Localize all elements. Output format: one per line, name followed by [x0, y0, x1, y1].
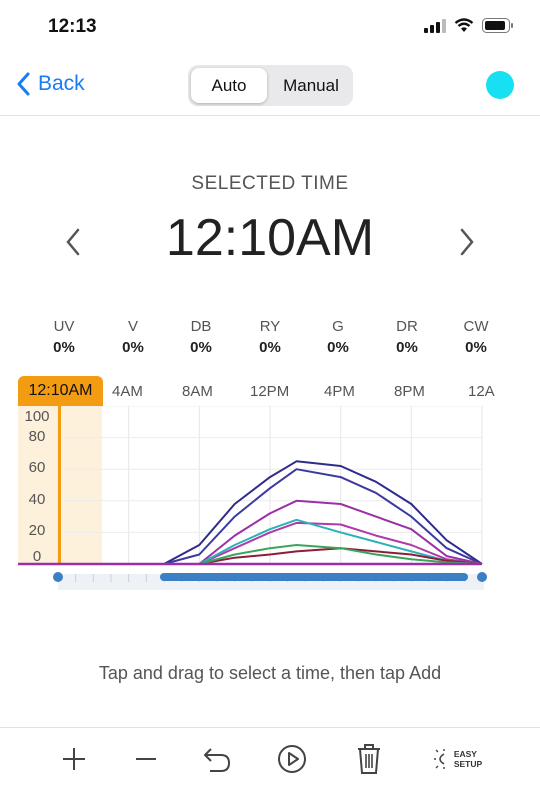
channel-value: 0%	[396, 339, 418, 356]
y-label: 80	[28, 428, 46, 445]
back-label: Back	[38, 72, 85, 95]
next-time-icon[interactable]	[458, 228, 476, 256]
channel-value: 0%	[465, 339, 487, 356]
minus-icon	[136, 758, 156, 760]
toolbar-divider	[0, 727, 540, 728]
signal-icon	[424, 18, 446, 33]
sun-icon	[433, 749, 445, 769]
y-label: 40	[28, 491, 46, 508]
selected-time-title: SELECTED TIME	[191, 173, 349, 194]
timeline-start-handle[interactable]	[53, 572, 63, 582]
easy-setup-label-2: SETUP	[453, 759, 483, 769]
y-label: 100	[24, 408, 50, 425]
tab-auto[interactable]: Auto	[191, 68, 267, 103]
timeline-active-range[interactable]	[160, 573, 468, 581]
y-label: 20	[28, 522, 46, 539]
time-label: 8PM	[394, 383, 425, 400]
remove-button[interactable]	[126, 742, 166, 776]
channel-cw: CW 0%	[446, 318, 506, 356]
time-label: 12PM	[250, 383, 290, 400]
channel-v: V 0%	[103, 318, 163, 356]
intensity-chart[interactable]	[0, 406, 540, 596]
undo-button[interactable]	[197, 742, 237, 776]
channel-value: 0%	[327, 339, 349, 356]
easy-setup-label-1: EASY	[453, 749, 477, 759]
tab-manual[interactable]: Manual	[272, 68, 350, 103]
channel-ry: RY 0%	[240, 318, 300, 356]
instruction-hint: Tap and drag to select a time, then tap …	[98, 663, 442, 683]
channel-name: UV	[53, 318, 75, 335]
channel-value: 0%	[53, 339, 75, 356]
back-button[interactable]: Back	[16, 72, 85, 96]
undo-icon	[204, 748, 231, 772]
selected-time-badge[interactable]: 12:10AM	[18, 376, 103, 406]
battery-icon	[482, 18, 513, 33]
delete-button[interactable]	[349, 742, 389, 776]
timeline-end-handle[interactable]	[477, 572, 487, 582]
status-icons	[424, 18, 514, 33]
time-label: 4PM	[324, 383, 355, 400]
channel-value: 0%	[122, 339, 144, 356]
chevron-left-icon	[17, 72, 30, 96]
channel-name: DR	[396, 318, 418, 335]
channel-name: RY	[259, 318, 281, 335]
plus-icon	[63, 748, 85, 770]
channel-uv: UV 0%	[34, 318, 94, 356]
channel-name: DB	[190, 318, 212, 335]
y-label: 0	[32, 548, 42, 565]
channel-dr: DR 0%	[377, 318, 437, 356]
add-button[interactable]	[54, 742, 94, 776]
previous-time-icon[interactable]	[64, 228, 82, 256]
channel-g: G 0%	[308, 318, 368, 356]
selection-cursor[interactable]	[58, 406, 61, 564]
channel-value: 0%	[259, 339, 281, 356]
connection-status-dot[interactable]	[486, 71, 514, 99]
channel-value: 0%	[190, 339, 212, 356]
y-label: 60	[28, 459, 46, 476]
play-icon	[278, 745, 306, 773]
wifi-icon	[454, 18, 474, 32]
mode-segmented-control: Auto Manual	[188, 65, 353, 106]
trash-icon	[358, 744, 380, 774]
channel-name: V	[127, 318, 138, 335]
channel-name: CW	[463, 318, 489, 335]
chart-grid	[57, 406, 483, 564]
time-label: 12A	[468, 383, 495, 400]
header-divider	[0, 115, 540, 116]
time-label: 4AM	[112, 383, 143, 400]
play-preview-button[interactable]	[272, 742, 312, 776]
status-time: 12:13	[48, 16, 97, 37]
time-label: 8AM	[182, 383, 213, 400]
channel-name: G	[332, 318, 344, 335]
easy-setup-button[interactable]: EASY SETUP	[430, 742, 486, 776]
channel-db: DB 0%	[171, 318, 231, 356]
